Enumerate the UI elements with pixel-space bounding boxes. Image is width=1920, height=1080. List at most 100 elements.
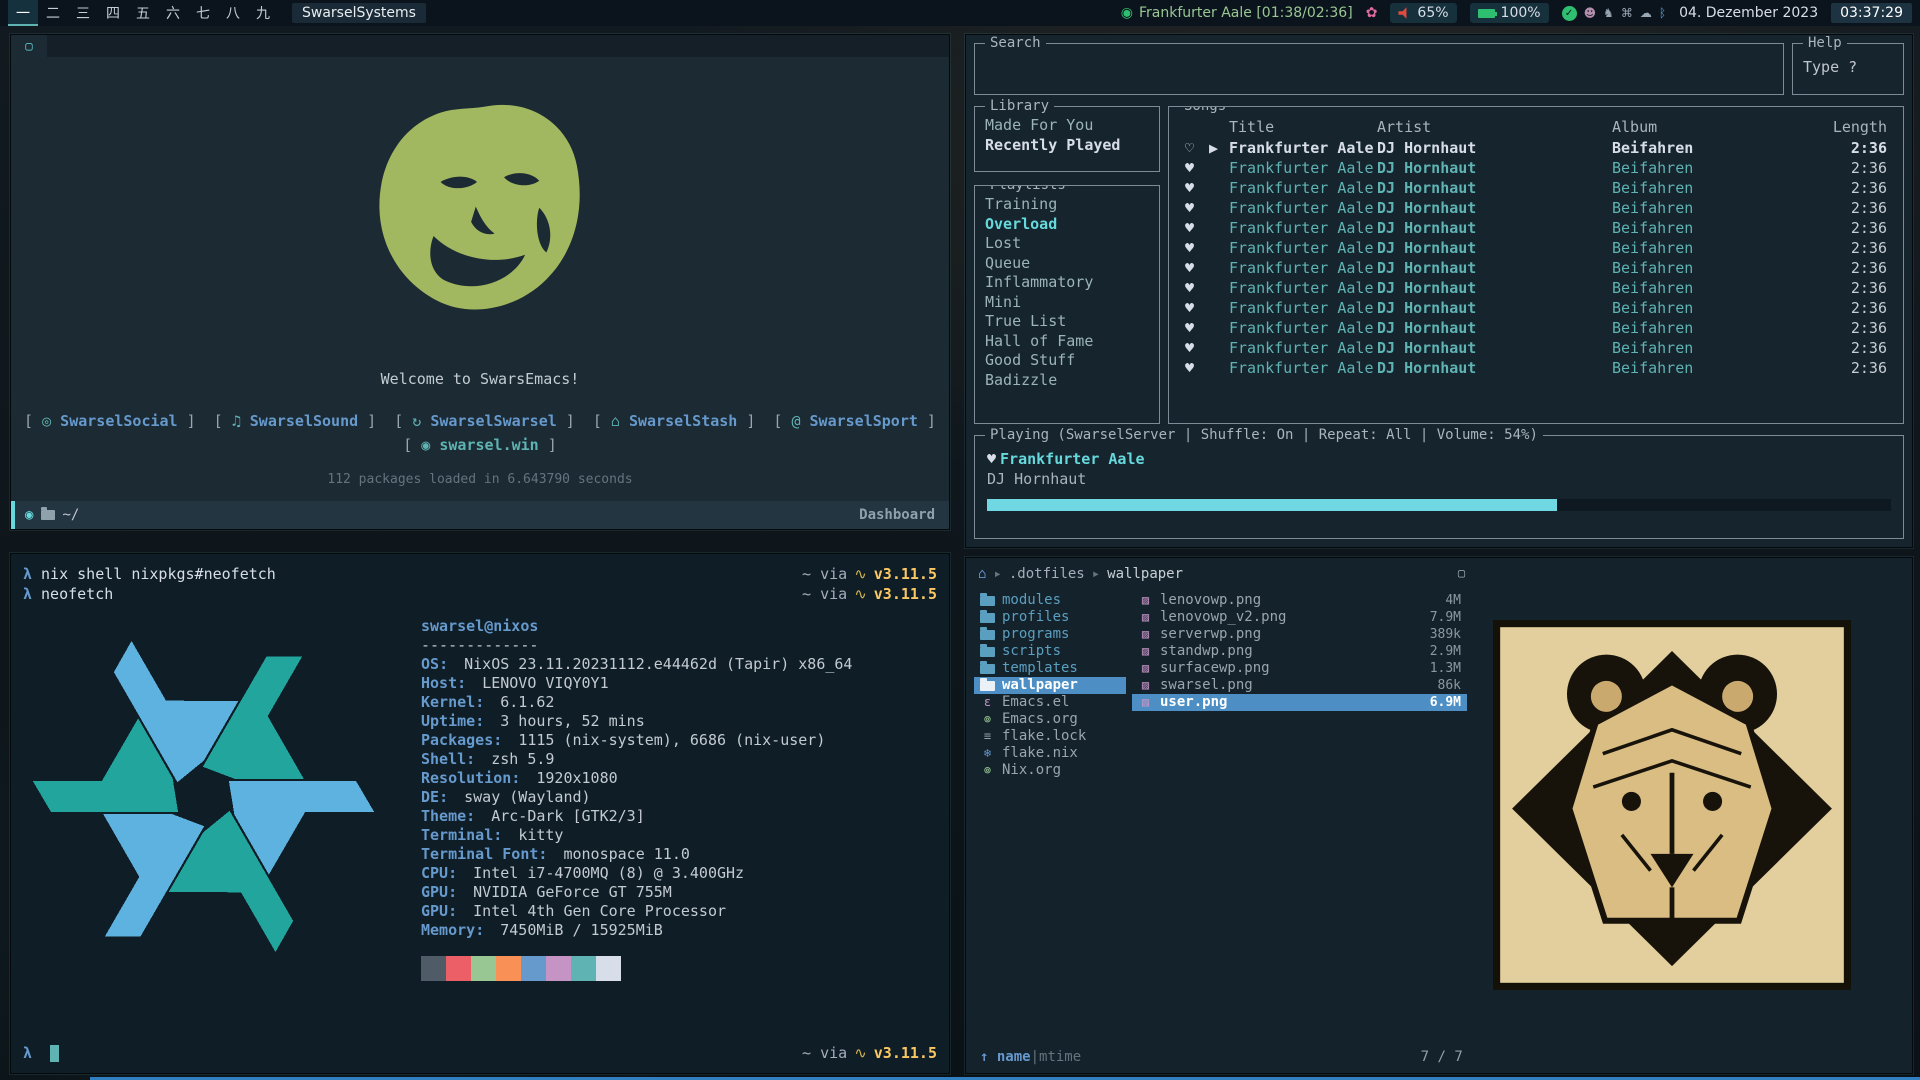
playlist-item[interactable]: Inflammatory — [985, 273, 1151, 293]
playlist-item[interactable]: Lost — [985, 234, 1151, 254]
file-row[interactable]: ▨ standwp.png 2.9M — [1132, 643, 1467, 660]
workspace-button[interactable]: 八 — [218, 0, 248, 26]
file-row[interactable]: ❄ flake.nix — [974, 745, 1126, 762]
sort-direction-icon[interactable]: ↑ — [980, 1049, 988, 1065]
heart-icon[interactable]: ♥ — [1185, 338, 1209, 358]
playlist-item[interactable]: Overload — [985, 215, 1151, 235]
file-row[interactable]: programs — [974, 626, 1126, 643]
dashboard-link-button[interactable]: ⌂ SwarselStash — [593, 412, 756, 430]
workspace-button[interactable]: 九 — [248, 0, 278, 26]
playlist-item[interactable]: Badizzle — [985, 371, 1151, 391]
workspace-button[interactable]: 四 — [98, 0, 128, 26]
library-item[interactable]: Made For You — [985, 116, 1151, 136]
file-row[interactable]: templates — [974, 660, 1126, 677]
tray-icon[interactable]: ⌘ — [1621, 6, 1633, 20]
tray-icon[interactable]: ☻ — [1584, 6, 1597, 20]
song-row[interactable]: ♥ Frankfurter Aale DJ Hornhaut Beifahren… — [1173, 178, 1899, 198]
file-row[interactable]: ε Emacs.el — [974, 694, 1126, 711]
workspace-button[interactable]: 五 — [128, 0, 158, 26]
file-row[interactable]: ▨ surfacewp.png 1.3M — [1132, 660, 1467, 677]
song-row[interactable]: ♡ ▶ Frankfurter Aale DJ Hornhaut Beifahr… — [1173, 138, 1899, 158]
tray-icon[interactable]: ᛒ — [1659, 6, 1666, 20]
shell-prompt[interactable]: λ — [23, 1043, 32, 1063]
workspace-button[interactable]: 一 — [8, 0, 38, 26]
heart-icon[interactable]: ♥ — [1185, 238, 1209, 258]
tab-indicator-icon[interactable]: ▢ — [1458, 566, 1465, 580]
heart-icon[interactable]: ♥ — [1185, 218, 1209, 238]
file-row[interactable]: ▨ swarsel.png 86k — [1132, 677, 1467, 694]
file-row[interactable]: ⊚ Nix.org — [974, 762, 1126, 779]
heart-icon[interactable]: ♡ — [1185, 138, 1209, 158]
tray-icon[interactable]: ♞ — [1603, 6, 1614, 20]
song-row[interactable]: ♥ Frankfurter Aale DJ Hornhaut Beifahren… — [1173, 318, 1899, 338]
song-row[interactable]: ♥ Frankfurter Aale DJ Hornhaut Beifahren… — [1173, 298, 1899, 318]
liked-icon[interactable]: ♥ — [987, 450, 996, 468]
file-row[interactable]: ⊚ Emacs.org — [974, 711, 1126, 728]
heart-icon[interactable]: ♥ — [1185, 178, 1209, 198]
sort-field[interactable]: name — [997, 1049, 1031, 1065]
playlist-item[interactable]: Queue — [985, 254, 1151, 274]
playlist-item[interactable]: True List — [985, 312, 1151, 332]
dashboard-link-button[interactable]: ◎ SwarselSocial — [24, 412, 196, 430]
tray-icon[interactable]: ☁ — [1640, 6, 1652, 20]
focused-window-title: SwarselSystems — [292, 3, 426, 23]
workspace-button[interactable]: 二 — [38, 0, 68, 26]
breadcrumb-segment[interactable]: .dotfiles — [1009, 566, 1085, 582]
volume-module[interactable]: 65% — [1390, 3, 1456, 23]
workspace-button[interactable]: 六 — [158, 0, 188, 26]
emacs-tab[interactable]: ▢ — [11, 35, 47, 57]
song-row[interactable]: ♥ Frankfurter Aale DJ Hornhaut Beifahren… — [1173, 218, 1899, 238]
heart-icon[interactable]: ♥ — [1185, 198, 1209, 218]
file-row[interactable]: ▨ lenovowp.png 4M — [1132, 592, 1467, 609]
search-box[interactable]: Search — [974, 43, 1784, 95]
playlist-item[interactable]: Training — [985, 195, 1151, 215]
search-input[interactable] — [983, 52, 1775, 86]
seek-bar[interactable] — [987, 499, 1891, 511]
song-row[interactable]: ♥ Frankfurter Aale DJ Hornhaut Beifahren… — [1173, 358, 1899, 378]
dashboard-link-button[interactable]: @ SwarselSport — [773, 412, 936, 430]
playlist-item[interactable]: Hall of Fame — [985, 332, 1151, 352]
link-icon: ◎ — [42, 412, 51, 430]
song-row[interactable]: ♥ Frankfurter Aale DJ Hornhaut Beifahren… — [1173, 338, 1899, 358]
workspace-button[interactable]: 七 — [188, 0, 218, 26]
playlist-item[interactable]: Good Stuff — [985, 351, 1151, 371]
home-icon[interactable]: ⌂ — [978, 566, 986, 582]
file-row[interactable]: wallpaper — [974, 677, 1126, 694]
swarsel-win-link[interactable]: ◉ swarsel.win — [403, 436, 557, 454]
now-playing-module[interactable]: ◉ Frankfurter Aale [01:38/02:36] — [1121, 5, 1353, 21]
heart-icon[interactable]: ♥ — [1185, 318, 1209, 338]
tray-icon[interactable]: ✓ — [1562, 6, 1577, 21]
library-item[interactable]: Recently Played — [985, 136, 1151, 156]
file-row[interactable]: ▨ user.png 6.9M — [1132, 694, 1467, 711]
col-length[interactable]: Length — [1827, 116, 1887, 138]
col-album[interactable]: Album — [1612, 116, 1827, 138]
song-row[interactable]: ♥ Frankfurter Aale DJ Hornhaut Beifahren… — [1173, 278, 1899, 298]
file-row[interactable]: scripts — [974, 643, 1126, 660]
song-row[interactable]: ♥ Frankfurter Aale DJ Hornhaut Beifahren… — [1173, 158, 1899, 178]
heart-icon[interactable]: ♥ — [1185, 278, 1209, 298]
heart-icon[interactable]: ♥ — [1185, 358, 1209, 378]
file-row[interactable]: ▨ lenovowp_v2.png 7.9M — [1132, 609, 1467, 626]
heart-icon[interactable]: ♥ — [1185, 258, 1209, 278]
dashboard-link-button[interactable]: ↻ SwarselSwarsel — [394, 412, 575, 430]
file-row[interactable]: modules — [974, 592, 1126, 609]
song-row[interactable]: ♥ Frankfurter Aale DJ Hornhaut Beifahren… — [1173, 238, 1899, 258]
file-row[interactable]: ≡ flake.lock — [974, 728, 1126, 745]
playlists-title: Playlists — [985, 185, 1071, 193]
col-title[interactable]: Title — [1229, 116, 1377, 138]
song-row[interactable]: ♥ Frankfurter Aale DJ Hornhaut Beifahren… — [1173, 198, 1899, 218]
file-row[interactable]: ▨ serverwp.png 389k — [1132, 626, 1467, 643]
file-row[interactable]: profiles — [974, 609, 1126, 626]
song-row[interactable]: ♥ Frankfurter Aale DJ Hornhaut Beifahren… — [1173, 258, 1899, 278]
song-length: 2:36 — [1827, 258, 1887, 278]
heart-icon[interactable]: ♥ — [1185, 158, 1209, 178]
workspace-button[interactable]: 三 — [68, 0, 98, 26]
info-label: Memory — [421, 921, 484, 939]
heart-icon[interactable]: ♥ — [1185, 298, 1209, 318]
playlist-item[interactable]: Mini — [985, 293, 1151, 313]
col-artist[interactable]: Artist — [1377, 116, 1612, 138]
tray-flower-icon[interactable]: ✿ — [1366, 5, 1378, 21]
breadcrumb-segment[interactable]: wallpaper — [1107, 566, 1183, 582]
song-length: 2:36 — [1827, 218, 1887, 238]
dashboard-link-button[interactable]: ♫ SwarselSound — [214, 412, 377, 430]
